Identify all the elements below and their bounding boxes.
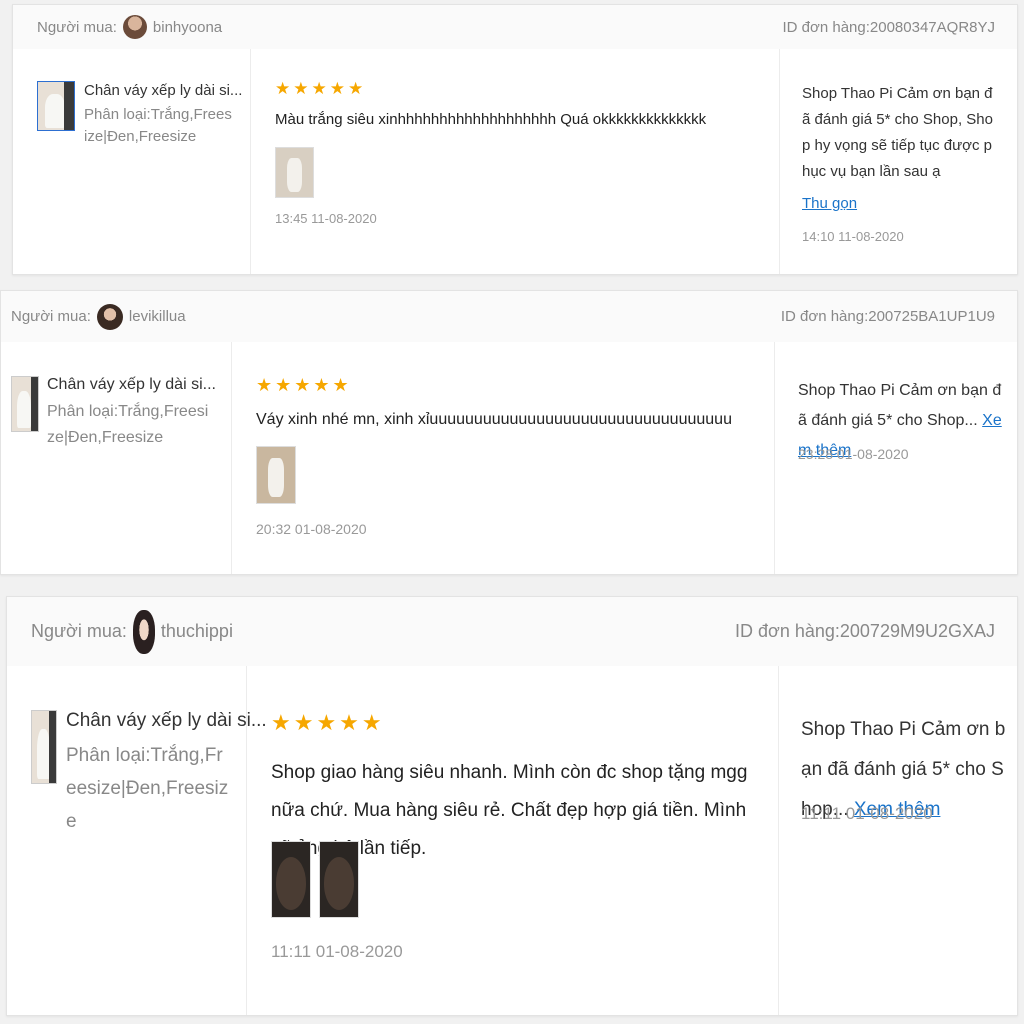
review-column: ★★★★★ Váy xinh nhé mn, xinh xỉuuuuuuuuuu…	[232, 342, 775, 574]
reply-column: Shop Thao Pi Cảm ơn bạn đã đánh giá 5* c…	[779, 666, 1017, 1015]
reply-column: Shop Thao Pi Cảm ơn bạn đã đánh giá 5* c…	[780, 49, 1017, 274]
product-name[interactable]: Chân váy xếp ly dài si...	[66, 710, 267, 732]
review-column: ★★★★★ Màu trắng siêu xinhhhhhhhhhhhhhhhh…	[251, 49, 780, 274]
review-timestamp: 11:11 01-08-2020	[271, 942, 403, 961]
product-variant: Phân loại:Trắng,Freesize|Đen,Freesize	[84, 106, 232, 145]
collapse-reply-link[interactable]: Thu gọn	[802, 195, 857, 212]
reply-column: Shop Thao Pi Cảm ơn bạn đã đánh giá 5* c…	[775, 342, 1017, 574]
product-name[interactable]: Chân váy xếp ly dài si...	[84, 82, 244, 99]
reply-timestamp: 14:10 11-08-2020	[802, 229, 904, 244]
review-image[interactable]	[256, 446, 296, 504]
product-column: Chân váy xếp ly dài si... Phân loại:Trắn…	[7, 666, 267, 1015]
review-header: Người mua: binhyoona ID đơn hàng:2008034…	[13, 5, 1017, 49]
buyer-avatar[interactable]	[96, 303, 123, 330]
product-variant: Phân loại:Trắng,Freesize|Đen,Freesize	[47, 403, 209, 446]
product-variant: Phân loại:Trắng,Freesize|Đen,Freesize	[66, 745, 229, 832]
product-column: Chân váy xếp ly dài si... Phân loại:Trắn…	[13, 49, 251, 274]
buyer-name[interactable]: binhyoona	[153, 19, 222, 36]
review-text: Màu trắng siêu xinhhhhhhhhhhhhhhhhhhh Qu…	[275, 111, 707, 128]
buyer-avatar[interactable]	[132, 609, 155, 654]
product-thumbnail[interactable]	[31, 710, 57, 784]
review-image[interactable]	[275, 147, 314, 198]
rating-stars: ★★★★★	[275, 79, 367, 98]
buyer-label: Người mua:	[31, 621, 127, 641]
product-name[interactable]: Chân váy xếp ly dài si...	[47, 376, 222, 394]
review-timestamp: 20:32 01-08-2020	[256, 521, 367, 537]
buyer-label: Người mua:	[37, 18, 117, 36]
review-header: Người mua: thuchippi ID đơn hàng:200729M…	[7, 597, 1017, 666]
review-timestamp: 13:45 11-08-2020	[275, 211, 377, 226]
review-card: Người mua: binhyoona ID đơn hàng:2008034…	[12, 4, 1018, 275]
review-card: Người mua: thuchippi ID đơn hàng:200729M…	[6, 596, 1018, 1016]
review-image[interactable]	[271, 841, 311, 918]
review-images	[256, 446, 296, 504]
order-id: ID đơn hàng:20080347AQR8YJ	[782, 18, 995, 36]
rating-stars: ★★★★★	[271, 710, 385, 735]
review-column: ★★★★★ Shop giao hàng siêu nhanh. Mình cò…	[247, 666, 779, 1015]
product-thumbnail[interactable]	[37, 81, 75, 131]
shop-reply: Shop Thao Pi Cảm ơn bạn đã đánh giá 5* c…	[802, 81, 1000, 185]
buyer-info: Người mua: thuchippi	[31, 609, 233, 654]
review-header: Người mua: levikillua ID đơn hàng:200725…	[1, 291, 1017, 342]
rating-stars: ★★★★★	[256, 375, 352, 395]
buyer-info: Người mua: levikillua	[11, 303, 186, 330]
buyer-label: Người mua:	[11, 308, 91, 325]
review-image[interactable]	[319, 841, 359, 918]
reply-text: Shop Thao Pi Cảm ơn bạn đã đánh giá 5* c…	[802, 85, 993, 180]
review-text: Váy xinh nhé mn, xinh xỉuuuuuuuuuuuuuuuu…	[256, 411, 732, 428]
reply-text: Shop Thao Pi Cảm ơn bạn đã đánh giá 5* c…	[798, 382, 1002, 429]
buyer-name[interactable]: levikillua	[129, 308, 186, 325]
reply-timestamp: 11:11 01-08-2020	[801, 804, 933, 823]
reply-timestamp: 23:28 01-08-2020	[798, 446, 909, 462]
buyer-info: Người mua: binhyoona	[37, 15, 222, 39]
review-images	[275, 147, 314, 198]
review-card: Người mua: levikillua ID đơn hàng:200725…	[0, 290, 1018, 575]
order-id: ID đơn hàng:200725BA1UP1U9	[780, 308, 995, 325]
buyer-avatar[interactable]	[122, 15, 147, 39]
review-images	[271, 841, 359, 918]
product-column: Chân váy xếp ly dài si... Phân loại:Trắn…	[1, 342, 232, 574]
order-id: ID đơn hàng:200729M9U2GXAJ	[735, 621, 995, 641]
product-thumbnail[interactable]	[11, 376, 39, 432]
buyer-name[interactable]: thuchippi	[161, 621, 233, 642]
